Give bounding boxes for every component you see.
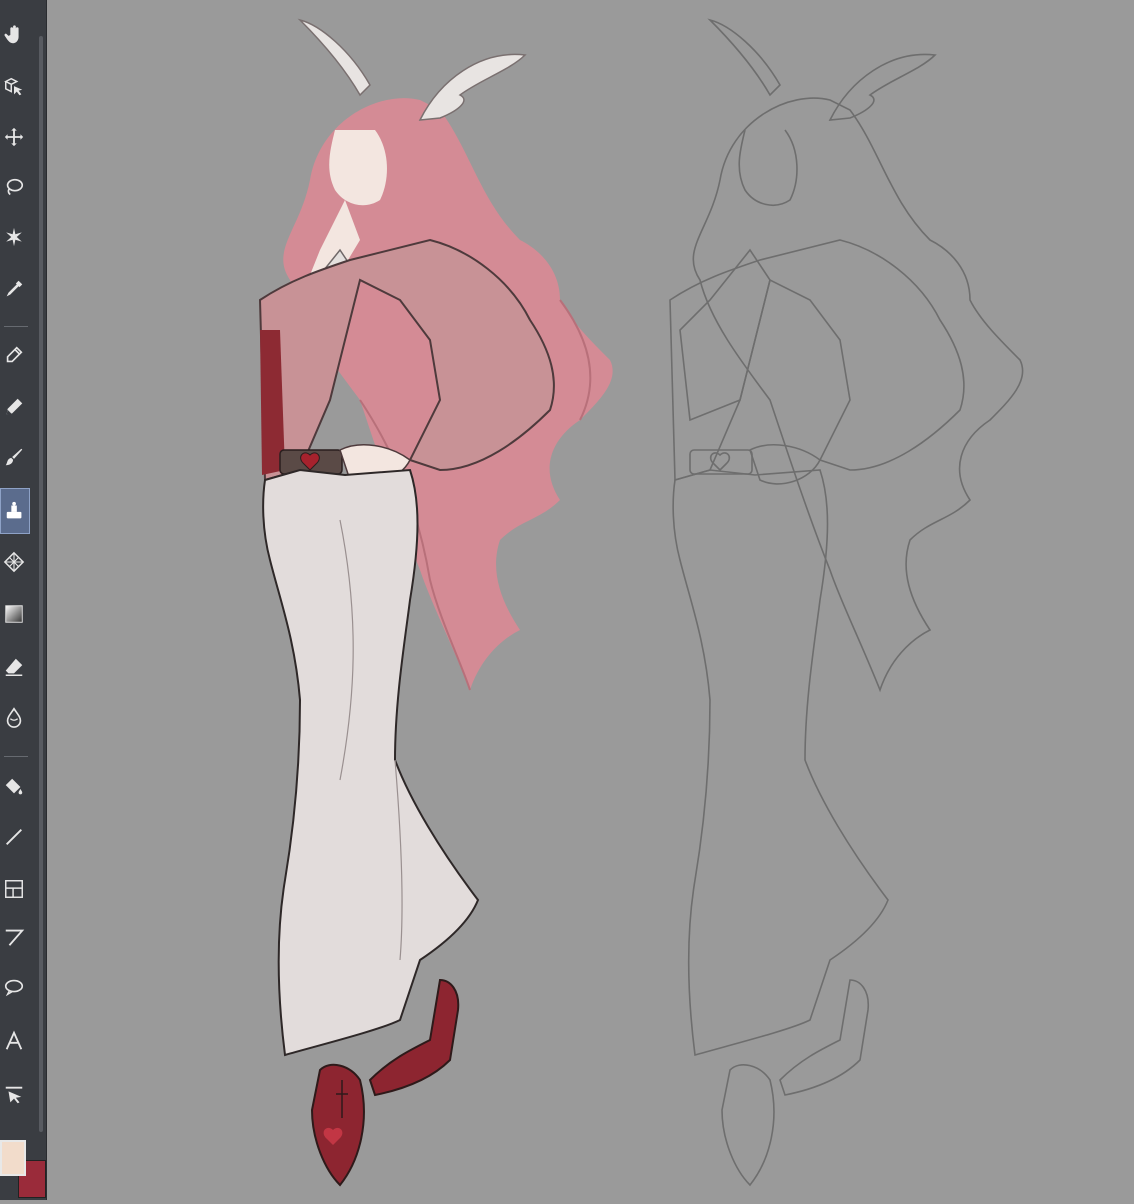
blend-icon[interactable] [0,700,28,734]
auto-select-icon[interactable] [0,220,28,254]
eraser-icon[interactable] [0,650,28,684]
pen-icon[interactable] [0,338,28,372]
brush-icon[interactable] [0,440,28,474]
drawing-canvas[interactable] [47,0,1134,1200]
colored-figure [258,18,613,1187]
wing [297,18,371,97]
text-icon[interactable] [0,1024,28,1058]
operation-icon[interactable] [0,70,28,104]
ruler-icon[interactable] [0,920,28,954]
line-icon[interactable] [0,820,28,854]
tool-palette [0,0,47,1200]
separator [4,756,28,757]
move-icon[interactable] [0,120,28,154]
tool-palette-scrollbar[interactable] [39,36,43,1132]
correct-line-icon[interactable] [0,1078,28,1112]
decoration-icon[interactable] [0,545,28,579]
shoe [310,1063,365,1187]
artwork [258,18,1024,1187]
balloon-icon[interactable] [0,970,28,1004]
pencil-icon[interactable] [0,390,28,424]
lasso-icon[interactable] [0,170,28,204]
hand-icon[interactable] [0,18,28,52]
main-color-swatch[interactable] [0,1140,26,1176]
fill-icon[interactable] [0,770,28,804]
gradient-icon[interactable] [0,597,28,631]
color-swatches [0,1132,46,1200]
frame-icon[interactable] [0,872,28,906]
wing [418,53,527,121]
lineart-figure [669,18,1024,1187]
separator [4,326,28,327]
eyedropper-icon[interactable] [0,272,28,306]
airbrush-icon[interactable] [0,488,30,534]
